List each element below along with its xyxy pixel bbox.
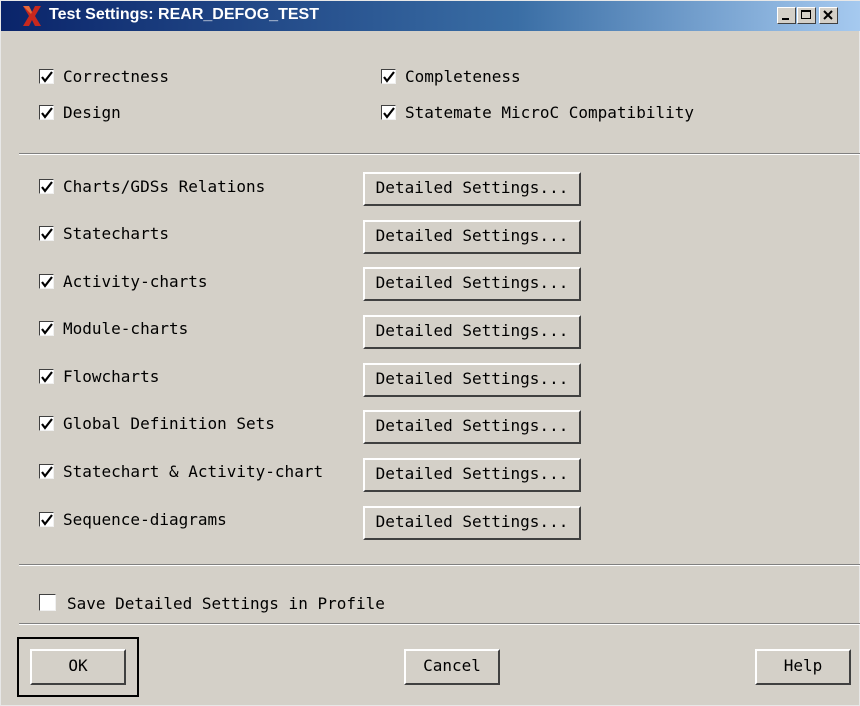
checkbox-label: Statemate MicroC Compatibility xyxy=(405,103,694,122)
title-bar[interactable]: Test Settings: REAR_DEFOG_TEST xyxy=(1,1,860,31)
x-logo-icon xyxy=(23,6,41,26)
maximize-button[interactable] xyxy=(797,7,816,24)
cancel-button[interactable]: Cancel xyxy=(404,649,500,685)
checkbox-box[interactable] xyxy=(39,226,54,241)
checkbox-box[interactable] xyxy=(39,179,54,194)
checkbox-label: Activity-charts xyxy=(63,272,208,291)
checkbox-label: Statechart & Activity-chart xyxy=(63,462,324,481)
detailed-settings-button-global-definition-sets[interactable]: Detailed Settings... xyxy=(363,410,581,444)
test-settings-dialog: Test Settings: REAR_DEFOG_TEST Correctne… xyxy=(0,0,860,706)
detailed-settings-button-charts-gdss-relations[interactable]: Detailed Settings... xyxy=(363,172,581,206)
checkbox-box[interactable] xyxy=(39,274,54,289)
checkmark-icon xyxy=(41,276,53,288)
checkbox-label: Global Definition Sets xyxy=(63,414,275,433)
checkmark-icon xyxy=(383,71,395,83)
separator xyxy=(19,623,860,625)
checkmark-icon xyxy=(41,418,53,430)
checkbox-label: Correctness xyxy=(63,67,169,86)
checkbox-box[interactable] xyxy=(39,512,54,527)
detailed-settings-button-flowcharts[interactable]: Detailed Settings... xyxy=(363,363,581,397)
checkbox-label: Completeness xyxy=(405,67,521,86)
checkmark-icon xyxy=(383,107,395,119)
checkbox-label: Sequence-diagrams xyxy=(63,510,227,529)
close-icon xyxy=(823,10,833,20)
checkmark-icon xyxy=(41,107,53,119)
help-button[interactable]: Help xyxy=(755,649,851,685)
window-title: Test Settings: REAR_DEFOG_TEST xyxy=(49,6,319,23)
detailed-settings-button-module-charts[interactable]: Detailed Settings... xyxy=(363,315,581,349)
minimize-button[interactable] xyxy=(777,7,796,24)
checkmark-icon xyxy=(41,514,53,526)
checkbox-box[interactable] xyxy=(39,369,54,384)
checkbox-box[interactable] xyxy=(381,105,396,120)
checkbox-box[interactable] xyxy=(39,594,56,611)
minimize-icon xyxy=(782,18,789,20)
checkbox-label: Module-charts xyxy=(63,319,189,338)
checkmark-icon xyxy=(41,323,53,335)
checkbox-label: Flowcharts xyxy=(63,367,160,386)
checkbox-box[interactable] xyxy=(39,69,54,84)
checkbox-label: Design xyxy=(63,103,121,122)
close-button[interactable] xyxy=(819,7,838,24)
detailed-settings-button-sequence-diagrams[interactable]: Detailed Settings... xyxy=(363,506,581,540)
checkbox-box[interactable] xyxy=(39,105,54,120)
detailed-settings-button-statechart-activity-chart[interactable]: Detailed Settings... xyxy=(363,458,581,492)
checkmark-icon xyxy=(41,181,53,193)
maximize-icon xyxy=(801,10,811,19)
detailed-settings-button-statecharts[interactable]: Detailed Settings... xyxy=(363,220,581,254)
checkbox-box[interactable] xyxy=(381,69,396,84)
checkbox-box[interactable] xyxy=(39,416,54,431)
checkbox-box[interactable] xyxy=(39,321,54,336)
separator xyxy=(19,564,860,566)
checkmark-icon xyxy=(41,466,53,478)
checkbox-label: Statecharts xyxy=(63,224,169,243)
checkmark-icon xyxy=(41,71,53,83)
checkbox-label: Save Detailed Settings in Profile xyxy=(67,594,385,613)
checkbox-box[interactable] xyxy=(39,464,54,479)
ok-button[interactable]: OK xyxy=(30,649,126,685)
separator xyxy=(19,153,860,155)
checkbox-label: Charts/GDSs Relations xyxy=(63,177,266,196)
checkmark-icon xyxy=(41,371,53,383)
detailed-settings-button-activity-charts[interactable]: Detailed Settings... xyxy=(363,267,581,301)
checkmark-icon xyxy=(41,228,53,240)
